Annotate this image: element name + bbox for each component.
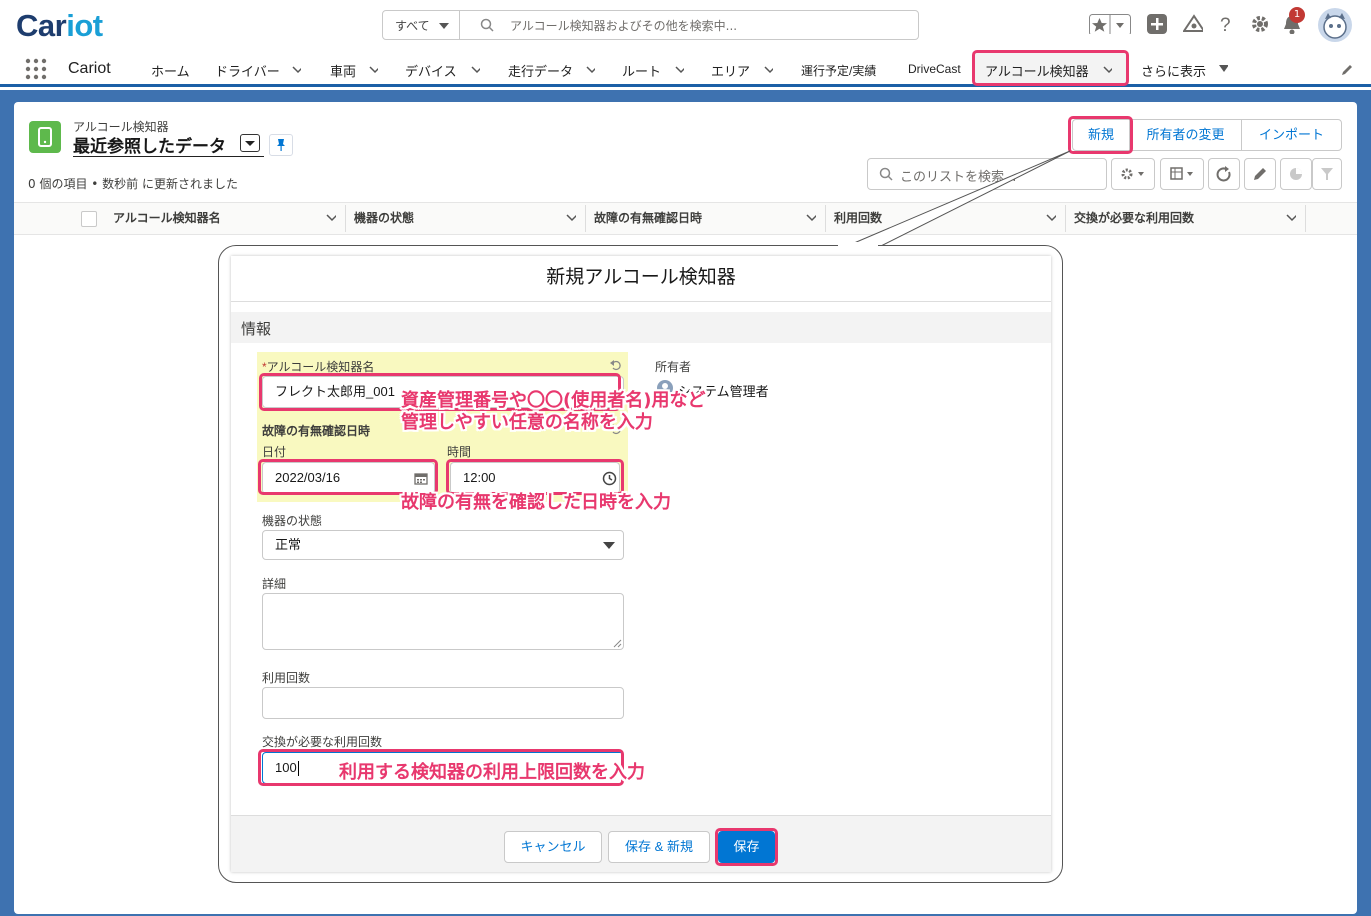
list-view-name[interactable]: 最近参照したデータ bbox=[73, 132, 226, 157]
chevron-down-icon[interactable] bbox=[586, 66, 595, 75]
pin-button[interactable] bbox=[269, 134, 293, 156]
divider bbox=[231, 301, 1051, 302]
usage-input[interactable] bbox=[262, 687, 624, 719]
owner-field-label: 所有者 bbox=[655, 360, 692, 374]
list-meta-text: 0 個の項目 • 数秒前 に更新されました bbox=[28, 177, 238, 191]
callout-joint bbox=[838, 242, 878, 250]
nav-item-drivers[interactable]: ドライバー bbox=[215, 61, 280, 80]
pin-icon bbox=[277, 139, 285, 151]
list-view-underline bbox=[73, 156, 264, 157]
app-name: Cariot bbox=[68, 60, 111, 77]
chevron-down-icon[interactable] bbox=[566, 214, 576, 222]
chevron-down-icon[interactable] bbox=[471, 66, 480, 75]
global-add-icon[interactable] bbox=[1147, 14, 1167, 34]
nav-item-devices[interactable]: デバイス bbox=[405, 61, 457, 80]
nav-item-schedule[interactable]: 運行予定/実績 bbox=[801, 62, 876, 79]
status-select[interactable]: 正常 bbox=[262, 530, 624, 560]
annotation-limit: 利用する検知器の利用上限回数を入力 bbox=[339, 762, 645, 783]
refresh-icon bbox=[1216, 166, 1231, 182]
section-header[interactable] bbox=[231, 312, 1051, 343]
nav-item-areas[interactable]: エリア bbox=[711, 61, 750, 80]
favorites-icon[interactable] bbox=[1089, 14, 1131, 34]
save-and-new-button[interactable]: 保存 & 新規 bbox=[608, 831, 710, 863]
annotation-name-line2: 管理しやすい任意の名称を入力 bbox=[401, 412, 653, 433]
chevron-down-icon[interactable] bbox=[292, 66, 301, 75]
edit-list-button[interactable] bbox=[1244, 158, 1276, 190]
resize-handle-icon[interactable] bbox=[613, 639, 622, 648]
svg-text:?: ? bbox=[1220, 15, 1231, 34]
gear-icon[interactable] bbox=[1250, 14, 1270, 34]
detail-textarea[interactable] bbox=[262, 593, 624, 650]
section-title: 情報 bbox=[241, 321, 272, 338]
nav-item-more[interactable]: さらに表示 bbox=[1141, 61, 1206, 80]
undo-icon[interactable] bbox=[609, 358, 623, 372]
caret-down-icon[interactable] bbox=[1219, 65, 1228, 74]
list-settings-button[interactable] bbox=[1111, 158, 1155, 190]
column-header-name[interactable]: アルコール検知器名 bbox=[113, 209, 221, 226]
status-label: 機器の状態 bbox=[262, 514, 323, 528]
app-launcher-icon[interactable] bbox=[25, 58, 47, 80]
replace-limit-label: 交換が必要な利用回数 bbox=[262, 735, 383, 749]
nav-item-trips[interactable]: 走行データ bbox=[508, 61, 573, 80]
modal-title: 新規アルコール検知器 bbox=[546, 267, 736, 288]
column-divider[interactable] bbox=[1305, 205, 1306, 232]
time-label: 時間 bbox=[447, 445, 472, 459]
caret-down-icon[interactable] bbox=[603, 542, 615, 550]
display-as-button[interactable] bbox=[1160, 158, 1204, 190]
chart-button[interactable] bbox=[1280, 158, 1312, 190]
chevron-down-icon[interactable] bbox=[764, 66, 773, 75]
phone-icon bbox=[29, 121, 61, 153]
nav-item-vehicles[interactable]: 車両 bbox=[330, 61, 356, 80]
chevron-down-icon[interactable] bbox=[675, 66, 684, 75]
gear-icon bbox=[1121, 168, 1144, 180]
highlight-nav-tab bbox=[972, 50, 1129, 86]
cancel-button[interactable]: キャンセル bbox=[504, 831, 602, 863]
search-icon bbox=[480, 18, 494, 32]
detail-label: 詳細 bbox=[262, 577, 287, 591]
list-view-switcher[interactable] bbox=[240, 134, 260, 152]
notification-badge: 1 bbox=[1289, 7, 1305, 23]
column-header-check-date[interactable]: 故障の有無確認日時 bbox=[594, 209, 702, 226]
edit-nav-icon[interactable] bbox=[1340, 63, 1354, 77]
highlight-save-button bbox=[715, 828, 778, 866]
help-icon[interactable]: ? bbox=[1217, 14, 1237, 34]
global-search-input[interactable]: アルコール検知器およびその他を検索中... bbox=[459, 10, 919, 40]
pie-chart-icon bbox=[1290, 168, 1302, 180]
date-label: 日付 bbox=[262, 445, 287, 459]
trailhead-icon[interactable] bbox=[1183, 14, 1203, 34]
change-owner-button[interactable]: 所有者の変更 bbox=[1129, 119, 1242, 151]
column-divider[interactable] bbox=[585, 205, 586, 232]
filter-button[interactable] bbox=[1312, 158, 1342, 190]
column-header-status[interactable]: 機器の状態 bbox=[354, 209, 414, 226]
column-header-replace-limit[interactable]: 交換が必要な利用回数 bbox=[1074, 209, 1194, 226]
chevron-down-icon[interactable] bbox=[806, 214, 816, 222]
user-avatar[interactable] bbox=[1317, 7, 1353, 43]
cariot-logo[interactable]: Cariot bbox=[16, 8, 103, 44]
chevron-down-icon[interactable] bbox=[1286, 214, 1296, 222]
nav-item-routes[interactable]: ルート bbox=[622, 61, 661, 80]
caret-down-icon bbox=[439, 23, 449, 29]
usage-label: 利用回数 bbox=[262, 671, 311, 685]
column-divider[interactable] bbox=[345, 205, 346, 232]
check-date-label: 故障の有無確認日時 bbox=[262, 424, 371, 438]
filter-icon bbox=[1321, 168, 1333, 180]
nav-item-drivecast[interactable]: DriveCast bbox=[908, 62, 961, 76]
name-field-label: アルコール検知器名 bbox=[266, 360, 375, 374]
refresh-button[interactable] bbox=[1208, 158, 1240, 190]
callout-pointer bbox=[839, 150, 1071, 250]
select-all-checkbox[interactable] bbox=[81, 211, 97, 227]
import-button[interactable]: インポート bbox=[1241, 119, 1342, 151]
search-scope-select[interactable]: すべて bbox=[382, 10, 460, 40]
chevron-down-icon[interactable] bbox=[326, 214, 336, 222]
chevron-down-icon[interactable] bbox=[369, 66, 378, 75]
nav-item-home[interactable]: ホーム bbox=[151, 61, 190, 80]
annotation-datetime: 故障の有無を確認した日時を入力 bbox=[401, 492, 671, 513]
pencil-icon bbox=[1254, 168, 1266, 180]
table-icon bbox=[1170, 167, 1193, 180]
